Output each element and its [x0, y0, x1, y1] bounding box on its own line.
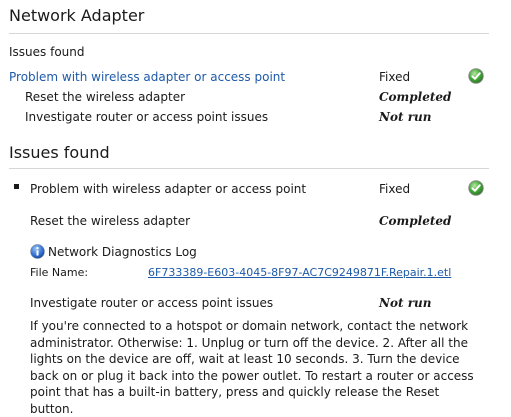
bullet-icon [14, 184, 19, 189]
check-icon [468, 68, 484, 84]
instructions-text: If you're connected to a hotspot or doma… [30, 319, 474, 416]
summary-step-reset-status: Completed [379, 90, 452, 104]
summary-problem-status: Fixed [379, 70, 411, 84]
detail-reset-label: Reset the wireless adapter [30, 214, 191, 228]
summary-divider [9, 33, 489, 34]
detail-reset-status: Completed [379, 214, 452, 228]
detail-problem-label: Problem with wireless adapter or access … [30, 182, 307, 196]
summary-step-investigate-status: Not run [379, 110, 432, 124]
log-file-label: File Name: [30, 266, 89, 279]
detail-investigate-label: Investigate router or access point issue… [30, 296, 274, 310]
detail-investigate-status: Not run [379, 296, 432, 310]
detail-title: Issues found [9, 143, 110, 162]
summary-issues-heading: Issues found [9, 45, 85, 59]
log-title: Network Diagnostics Log [48, 245, 197, 259]
detail-problem-status: Fixed [379, 182, 411, 196]
summary-step-investigate-label: Investigate router or access point issue… [25, 110, 269, 124]
summary-step-reset-label: Reset the wireless adapter [25, 90, 186, 104]
summary-title: Network Adapter [9, 6, 145, 25]
summary-problem-link[interactable]: Problem with wireless adapter or access … [9, 70, 285, 84]
info-icon [30, 244, 45, 259]
check-icon [468, 180, 484, 196]
log-file-link[interactable]: 6F733389-E603-4045-8F97-AC7C9249871F.Rep… [148, 266, 451, 279]
detail-divider [9, 168, 489, 169]
